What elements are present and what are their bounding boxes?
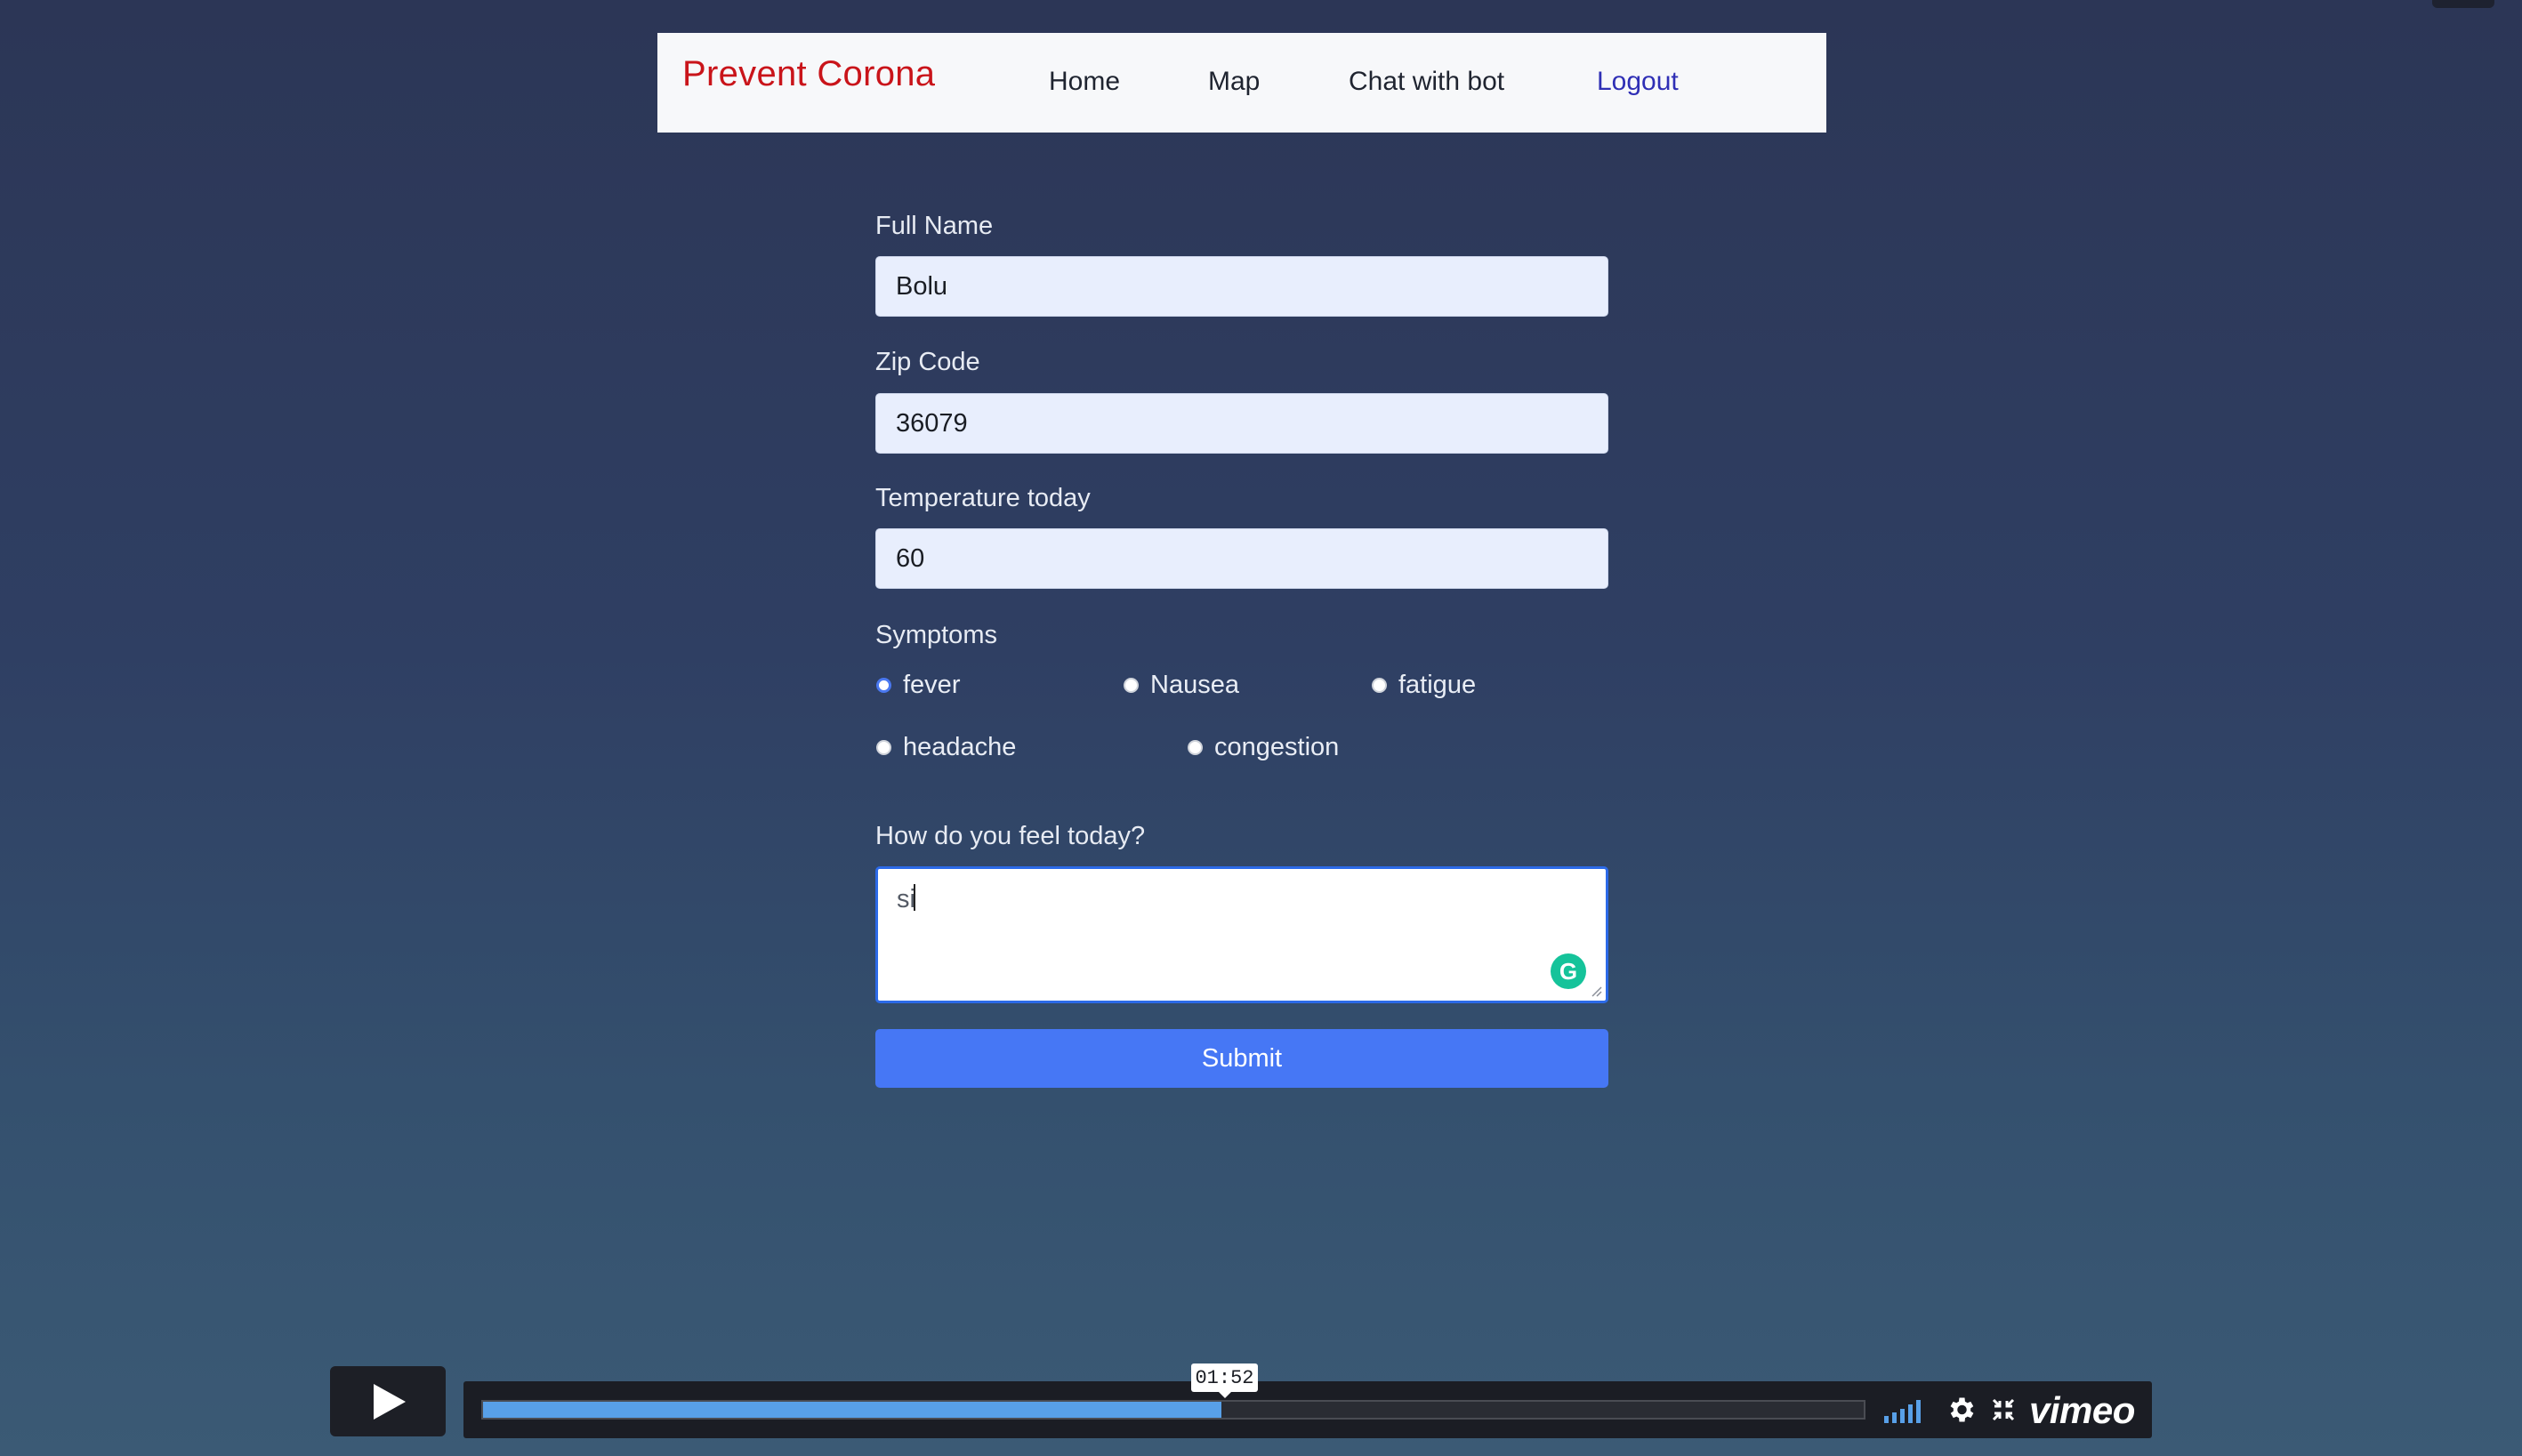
nausea-radio[interactable]	[1124, 678, 1139, 693]
headache-radio[interactable]	[876, 740, 891, 755]
brand-title[interactable]: Prevent Corona	[682, 54, 935, 94]
fullscreen-icon[interactable]	[1992, 1398, 2015, 1421]
zip-code-label: Zip Code	[875, 348, 980, 376]
symptom-option-headache[interactable]: headache	[876, 733, 1016, 762]
congestion-label: congestion	[1214, 733, 1340, 761]
nav-chat-with-bot[interactable]: Chat with bot	[1349, 67, 1504, 97]
full-name-input[interactable]	[875, 256, 1608, 317]
progress-track[interactable]	[481, 1400, 1865, 1420]
fatigue-label: fatigue	[1398, 671, 1477, 699]
window-corner-control	[2432, 0, 2494, 8]
submit-button[interactable]: Submit	[875, 1029, 1608, 1088]
fever-radio[interactable]	[876, 678, 891, 693]
fatigue-radio[interactable]	[1372, 678, 1387, 693]
symptom-option-nausea[interactable]: Nausea	[1124, 671, 1239, 700]
nausea-label: Nausea	[1150, 671, 1239, 699]
symptom-option-fatigue[interactable]: fatigue	[1372, 671, 1476, 700]
nav-home[interactable]: Home	[1049, 67, 1120, 97]
temperature-input[interactable]	[875, 528, 1608, 589]
feeling-label: How do you feel today?	[875, 822, 1146, 850]
feeling-textarea[interactable]: si	[875, 866, 1608, 1003]
full-name-label: Full Name	[875, 212, 994, 240]
temperature-label: Temperature today	[875, 484, 1091, 512]
play-button[interactable]	[330, 1366, 446, 1436]
symptoms-label: Symptoms	[875, 621, 997, 649]
volume-icon[interactable]	[1884, 1398, 1927, 1423]
player-control-bar: vimeo	[463, 1381, 2152, 1438]
navbar: Prevent Corona Home Map Chat with bot Lo…	[657, 33, 1826, 133]
resize-grip-icon[interactable]	[1591, 986, 1602, 997]
vimeo-logo[interactable]: vimeo	[2029, 1389, 2135, 1432]
fever-label: fever	[903, 671, 961, 699]
current-time-tooltip: 01:52	[1191, 1363, 1258, 1398]
text-cursor	[914, 884, 915, 911]
zip-code-input[interactable]	[875, 393, 1608, 454]
congestion-radio[interactable]	[1188, 740, 1203, 755]
symptom-option-fever[interactable]: fever	[876, 671, 960, 700]
nav-map[interactable]: Map	[1208, 67, 1260, 97]
settings-gear-icon[interactable]	[1945, 1394, 1977, 1426]
play-icon	[374, 1383, 406, 1420]
grammarly-icon[interactable]: G	[1551, 953, 1586, 989]
headache-label: headache	[903, 733, 1017, 761]
nav-logout[interactable]: Logout	[1597, 67, 1679, 97]
symptom-option-congestion[interactable]: congestion	[1188, 733, 1339, 762]
progress-fill	[483, 1402, 1222, 1418]
